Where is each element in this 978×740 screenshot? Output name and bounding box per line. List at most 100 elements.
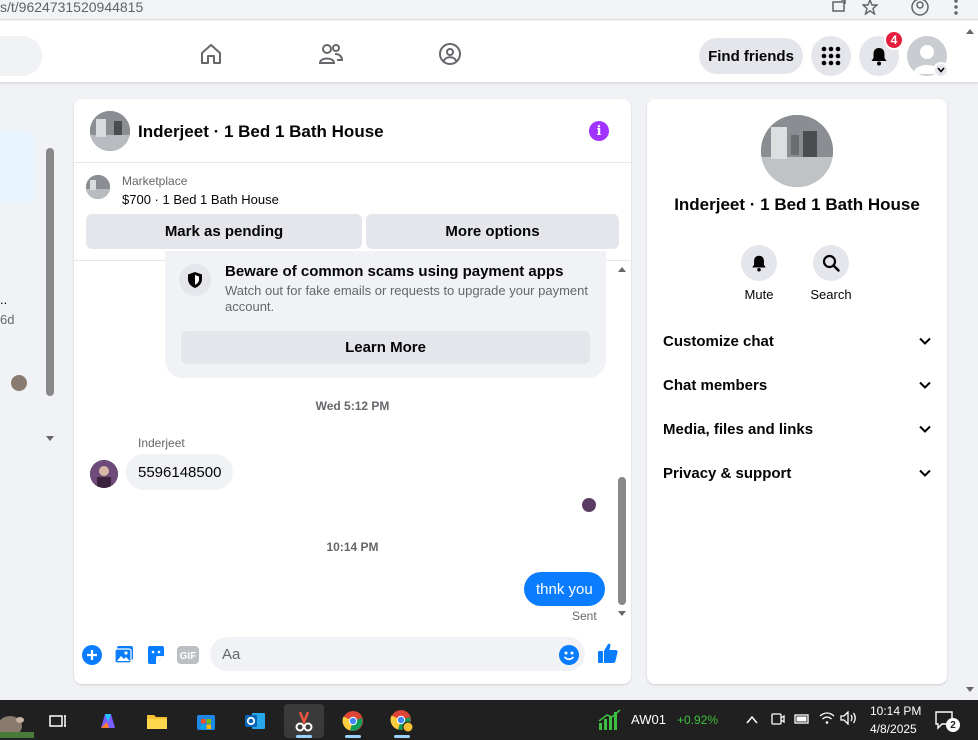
notification-badge: 4 (884, 30, 904, 50)
clock-time[interactable]: 10:14 PM (870, 704, 921, 718)
emoji-icon[interactable] (558, 644, 580, 666)
outlook-icon[interactable] (235, 704, 275, 738)
wifi-icon[interactable] (819, 711, 835, 730)
volume-icon[interactable] (840, 710, 858, 730)
chat-preview-time: 6d (0, 312, 15, 327)
chat-members-row[interactable]: Chat members (647, 365, 947, 405)
customize-chat-row[interactable]: Customize chat (647, 321, 947, 361)
find-friends-button[interactable]: Find friends (699, 38, 803, 74)
file-explorer-icon[interactable] (137, 704, 177, 738)
clock-date[interactable]: 4/8/2025 (870, 722, 917, 736)
read-receipt-avatar (582, 498, 596, 512)
browser-toolbar: s/t/9624731520944815 (0, 0, 978, 20)
task-view-icon[interactable] (38, 704, 78, 738)
message-thread: Beware of common scams using payment app… (74, 251, 631, 626)
stock-change: +0.92% (677, 713, 719, 727)
info-icon[interactable]: i (589, 121, 609, 141)
groups-icon[interactable] (436, 40, 464, 68)
search-bar[interactable] (0, 36, 42, 76)
chevron-down-icon (919, 469, 931, 477)
listing-thumbnail[interactable] (86, 175, 110, 199)
stock-chart-icon[interactable] (598, 709, 622, 736)
browser-menu-icon[interactable] (945, 0, 967, 18)
snipping-tool-icon[interactable] (284, 704, 324, 738)
row-label: Media, files and links (663, 420, 814, 438)
chat-header: Inderjeet · 1 Bed 1 Bath House i (74, 99, 631, 163)
mute-label: Mute (744, 287, 774, 302)
chevron-up-icon[interactable] (746, 712, 758, 730)
privacy-support-row[interactable]: Privacy & support (647, 453, 947, 493)
listing-avatar-large[interactable] (761, 115, 833, 187)
gif-icon[interactable]: GIF (177, 644, 199, 666)
meet-now-icon[interactable] (771, 711, 785, 732)
chrome-profile-icon[interactable] (382, 704, 422, 738)
address-bar[interactable]: s/t/9624731520944815 (0, 0, 143, 14)
chat-preview-text: .. (0, 292, 8, 307)
chat-list-panel: .. 6d (0, 84, 58, 700)
scrollbar-thumb[interactable] (46, 148, 54, 396)
listing-price-title[interactable]: $700 · 1 Bed 1 Bath House (122, 192, 279, 207)
battery-icon[interactable] (794, 712, 810, 730)
message-timestamp: 10:14 PM (326, 540, 379, 554)
row-label: Privacy & support (663, 464, 792, 482)
scam-warning-card: Beware of common scams using payment app… (165, 251, 606, 378)
chat-scrollbar-thumb[interactable] (618, 477, 626, 605)
bell-icon (741, 245, 777, 281)
search-button[interactable]: Search (806, 245, 856, 302)
grid-icon (821, 46, 841, 66)
friends-icon[interactable] (317, 40, 345, 68)
widget-animal-icon[interactable] (0, 704, 34, 738)
sender-name: Inderjeet (138, 436, 185, 450)
sent-status: Sent (572, 609, 597, 623)
scam-warning-text: Watch out for fake emails or requests to… (225, 283, 588, 314)
selected-chat-item[interactable] (0, 131, 35, 203)
plus-circle-icon[interactable] (81, 644, 103, 666)
chat-title[interactable]: Inderjeet · 1 Bed 1 Bath House (138, 122, 384, 142)
message-timestamp: Wed 5:12 PM (315, 399, 390, 413)
chevron-down-icon (919, 381, 931, 389)
search-icon (813, 245, 849, 281)
chevron-down-icon (919, 425, 931, 433)
more-options-button[interactable]: More options (366, 214, 619, 249)
chrome-icon[interactable] (333, 704, 373, 738)
photo-icon[interactable] (113, 644, 135, 666)
page-scrollbar[interactable] (962, 22, 978, 700)
row-label: Chat members (663, 376, 768, 394)
marketplace-listing-bar: Marketplace $700 · 1 Bed 1 Bath House Ma… (74, 163, 631, 261)
scam-warning-title: Beware of common scams using payment app… (225, 263, 564, 280)
sender-avatar[interactable] (90, 460, 118, 488)
home-icon[interactable] (197, 40, 225, 68)
marketplace-label: Marketplace (122, 174, 188, 188)
windows-taskbar: AW01 +0.92% 10:14 PM 4/8/2025 2 (0, 700, 978, 740)
details-title: Inderjeet · 1 Bed 1 Bath House (674, 195, 920, 214)
bell-icon (871, 48, 887, 66)
message-input[interactable] (210, 637, 585, 671)
stock-name[interactable]: AW01 (631, 712, 666, 727)
chat-details-panel: Inderjeet · 1 Bed 1 Bath House Mute Sear… (647, 99, 947, 684)
chevron-down-icon (919, 337, 931, 345)
copilot-icon[interactable] (88, 704, 128, 738)
menu-grid-button[interactable] (811, 36, 851, 76)
media-files-links-row[interactable]: Media, files and links (647, 409, 947, 449)
search-label: Search (810, 287, 852, 302)
bookmark-star-icon[interactable] (859, 0, 881, 18)
listing-avatar[interactable] (90, 111, 130, 151)
sticker-icon[interactable] (145, 644, 167, 666)
chevron-down-icon[interactable] (933, 62, 949, 78)
learn-more-button[interactable]: Learn More (181, 331, 590, 364)
top-navigation: Find friends 4 (0, 21, 978, 83)
message-composer: GIF (74, 629, 631, 684)
row-label: Customize chat (663, 332, 774, 350)
mark-pending-button[interactable]: Mark as pending (86, 214, 362, 249)
received-message-bubble[interactable]: 5596148500 (126, 454, 234, 490)
svg-text:GIF: GIF (180, 651, 197, 662)
avatar (11, 375, 27, 391)
sent-message-bubble[interactable]: thnk you (524, 572, 605, 606)
notification-count-badge: 2 (946, 718, 960, 732)
thumbs-up-icon[interactable] (597, 642, 619, 664)
microsoft-store-icon[interactable] (186, 704, 226, 738)
shield-icon (179, 264, 211, 296)
install-app-icon[interactable] (828, 0, 850, 18)
profile-icon[interactable] (909, 0, 931, 18)
mute-button[interactable]: Mute (734, 245, 784, 302)
